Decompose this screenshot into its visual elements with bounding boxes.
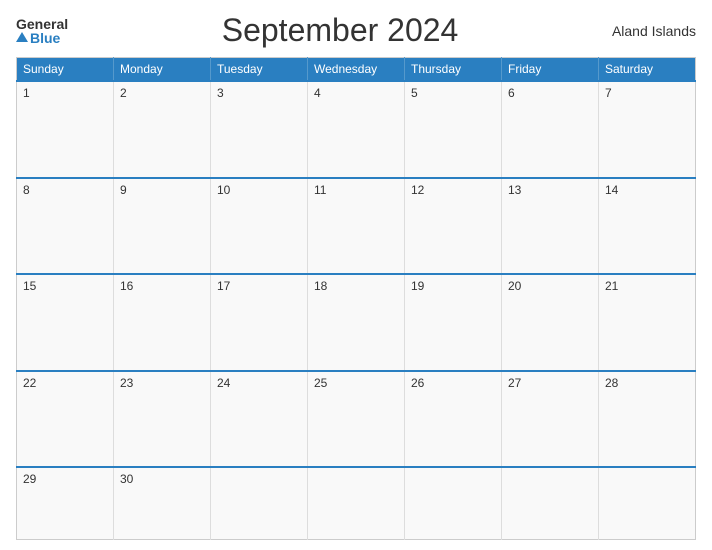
calendar-day-cell: 5 (405, 81, 502, 178)
day-number: 18 (314, 279, 327, 293)
header: General Blue September 2024 Aland Island… (16, 12, 696, 49)
page: General Blue September 2024 Aland Island… (0, 0, 712, 550)
calendar-body: 1234567891011121314151617181920212223242… (17, 81, 696, 540)
logo-triangle-icon (16, 32, 28, 42)
logo-blue-container: Blue (16, 31, 60, 45)
calendar-day-cell: 7 (599, 81, 696, 178)
day-number: 15 (23, 279, 36, 293)
calendar-day-cell: 17 (211, 274, 308, 371)
calendar-day-cell: 13 (502, 178, 599, 275)
day-number: 12 (411, 183, 424, 197)
calendar-day-cell: 11 (308, 178, 405, 275)
header-wednesday: Wednesday (308, 58, 405, 82)
day-number: 16 (120, 279, 133, 293)
calendar-week-row: 1 2 3 4 5 6 7 (17, 81, 696, 178)
day-number: 1 (23, 86, 30, 100)
day-number: 2 (120, 86, 127, 100)
day-number: 23 (120, 376, 133, 390)
calendar-table: Sunday Monday Tuesday Wednesday Thursday… (16, 57, 696, 540)
calendar-day-cell (405, 467, 502, 539)
calendar-day-cell (211, 467, 308, 539)
day-number: 11 (314, 183, 326, 197)
header-saturday: Saturday (599, 58, 696, 82)
region-label: Aland Islands (612, 23, 696, 39)
day-number: 8 (23, 183, 30, 197)
calendar-day-cell: 23 (114, 371, 211, 468)
day-number: 19 (411, 279, 424, 293)
day-number: 24 (217, 376, 230, 390)
calendar-day-cell: 28 (599, 371, 696, 468)
calendar-day-cell: 16 (114, 274, 211, 371)
day-number: 4 (314, 86, 321, 100)
logo: General Blue (16, 17, 68, 45)
calendar-title: September 2024 (68, 12, 612, 49)
day-number: 20 (508, 279, 521, 293)
calendar-day-cell: 27 (502, 371, 599, 468)
day-number: 30 (120, 472, 133, 486)
header-tuesday: Tuesday (211, 58, 308, 82)
calendar-day-cell: 22 (17, 371, 114, 468)
day-number: 14 (605, 183, 618, 197)
day-number: 5 (411, 86, 418, 100)
calendar-day-cell: 12 (405, 178, 502, 275)
calendar-week-row: 22 23 24 25 26 27 28 (17, 371, 696, 468)
calendar-day-cell: 20 (502, 274, 599, 371)
calendar-day-cell: 15 (17, 274, 114, 371)
calendar-day-cell: 29 (17, 467, 114, 539)
day-number: 25 (314, 376, 327, 390)
calendar-day-cell: 3 (211, 81, 308, 178)
calendar-day-cell: 2 (114, 81, 211, 178)
calendar-day-cell: 1 (17, 81, 114, 178)
weekday-header-row: Sunday Monday Tuesday Wednesday Thursday… (17, 58, 696, 82)
calendar-day-cell (502, 467, 599, 539)
day-number: 21 (605, 279, 618, 293)
day-number: 3 (217, 86, 224, 100)
calendar-day-cell (308, 467, 405, 539)
logo-general-text: General (16, 17, 68, 31)
day-number: 17 (217, 279, 230, 293)
calendar-day-cell (599, 467, 696, 539)
day-number: 10 (217, 183, 230, 197)
day-number: 22 (23, 376, 36, 390)
day-number: 27 (508, 376, 521, 390)
calendar-day-cell: 18 (308, 274, 405, 371)
day-number: 26 (411, 376, 424, 390)
calendar-week-row: 15 16 17 18 19 20 21 (17, 274, 696, 371)
day-number: 9 (120, 183, 127, 197)
calendar-day-cell: 25 (308, 371, 405, 468)
calendar-week-row: 29 30 (17, 467, 696, 539)
calendar-day-cell: 26 (405, 371, 502, 468)
calendar-day-cell: 30 (114, 467, 211, 539)
header-thursday: Thursday (405, 58, 502, 82)
calendar-week-row: 8 9 10 11 12 13 14 (17, 178, 696, 275)
header-monday: Monday (114, 58, 211, 82)
logo-blue-text: Blue (30, 31, 60, 45)
calendar-day-cell: 6 (502, 81, 599, 178)
calendar-day-cell: 10 (211, 178, 308, 275)
day-number: 29 (23, 472, 36, 486)
day-number: 13 (508, 183, 521, 197)
calendar-day-cell: 4 (308, 81, 405, 178)
header-friday: Friday (502, 58, 599, 82)
calendar-day-cell: 14 (599, 178, 696, 275)
header-sunday: Sunday (17, 58, 114, 82)
calendar-day-cell: 24 (211, 371, 308, 468)
day-number: 6 (508, 86, 515, 100)
calendar-day-cell: 9 (114, 178, 211, 275)
calendar-day-cell: 8 (17, 178, 114, 275)
calendar-day-cell: 19 (405, 274, 502, 371)
calendar-day-cell: 21 (599, 274, 696, 371)
day-number: 28 (605, 376, 618, 390)
day-number: 7 (605, 86, 612, 100)
